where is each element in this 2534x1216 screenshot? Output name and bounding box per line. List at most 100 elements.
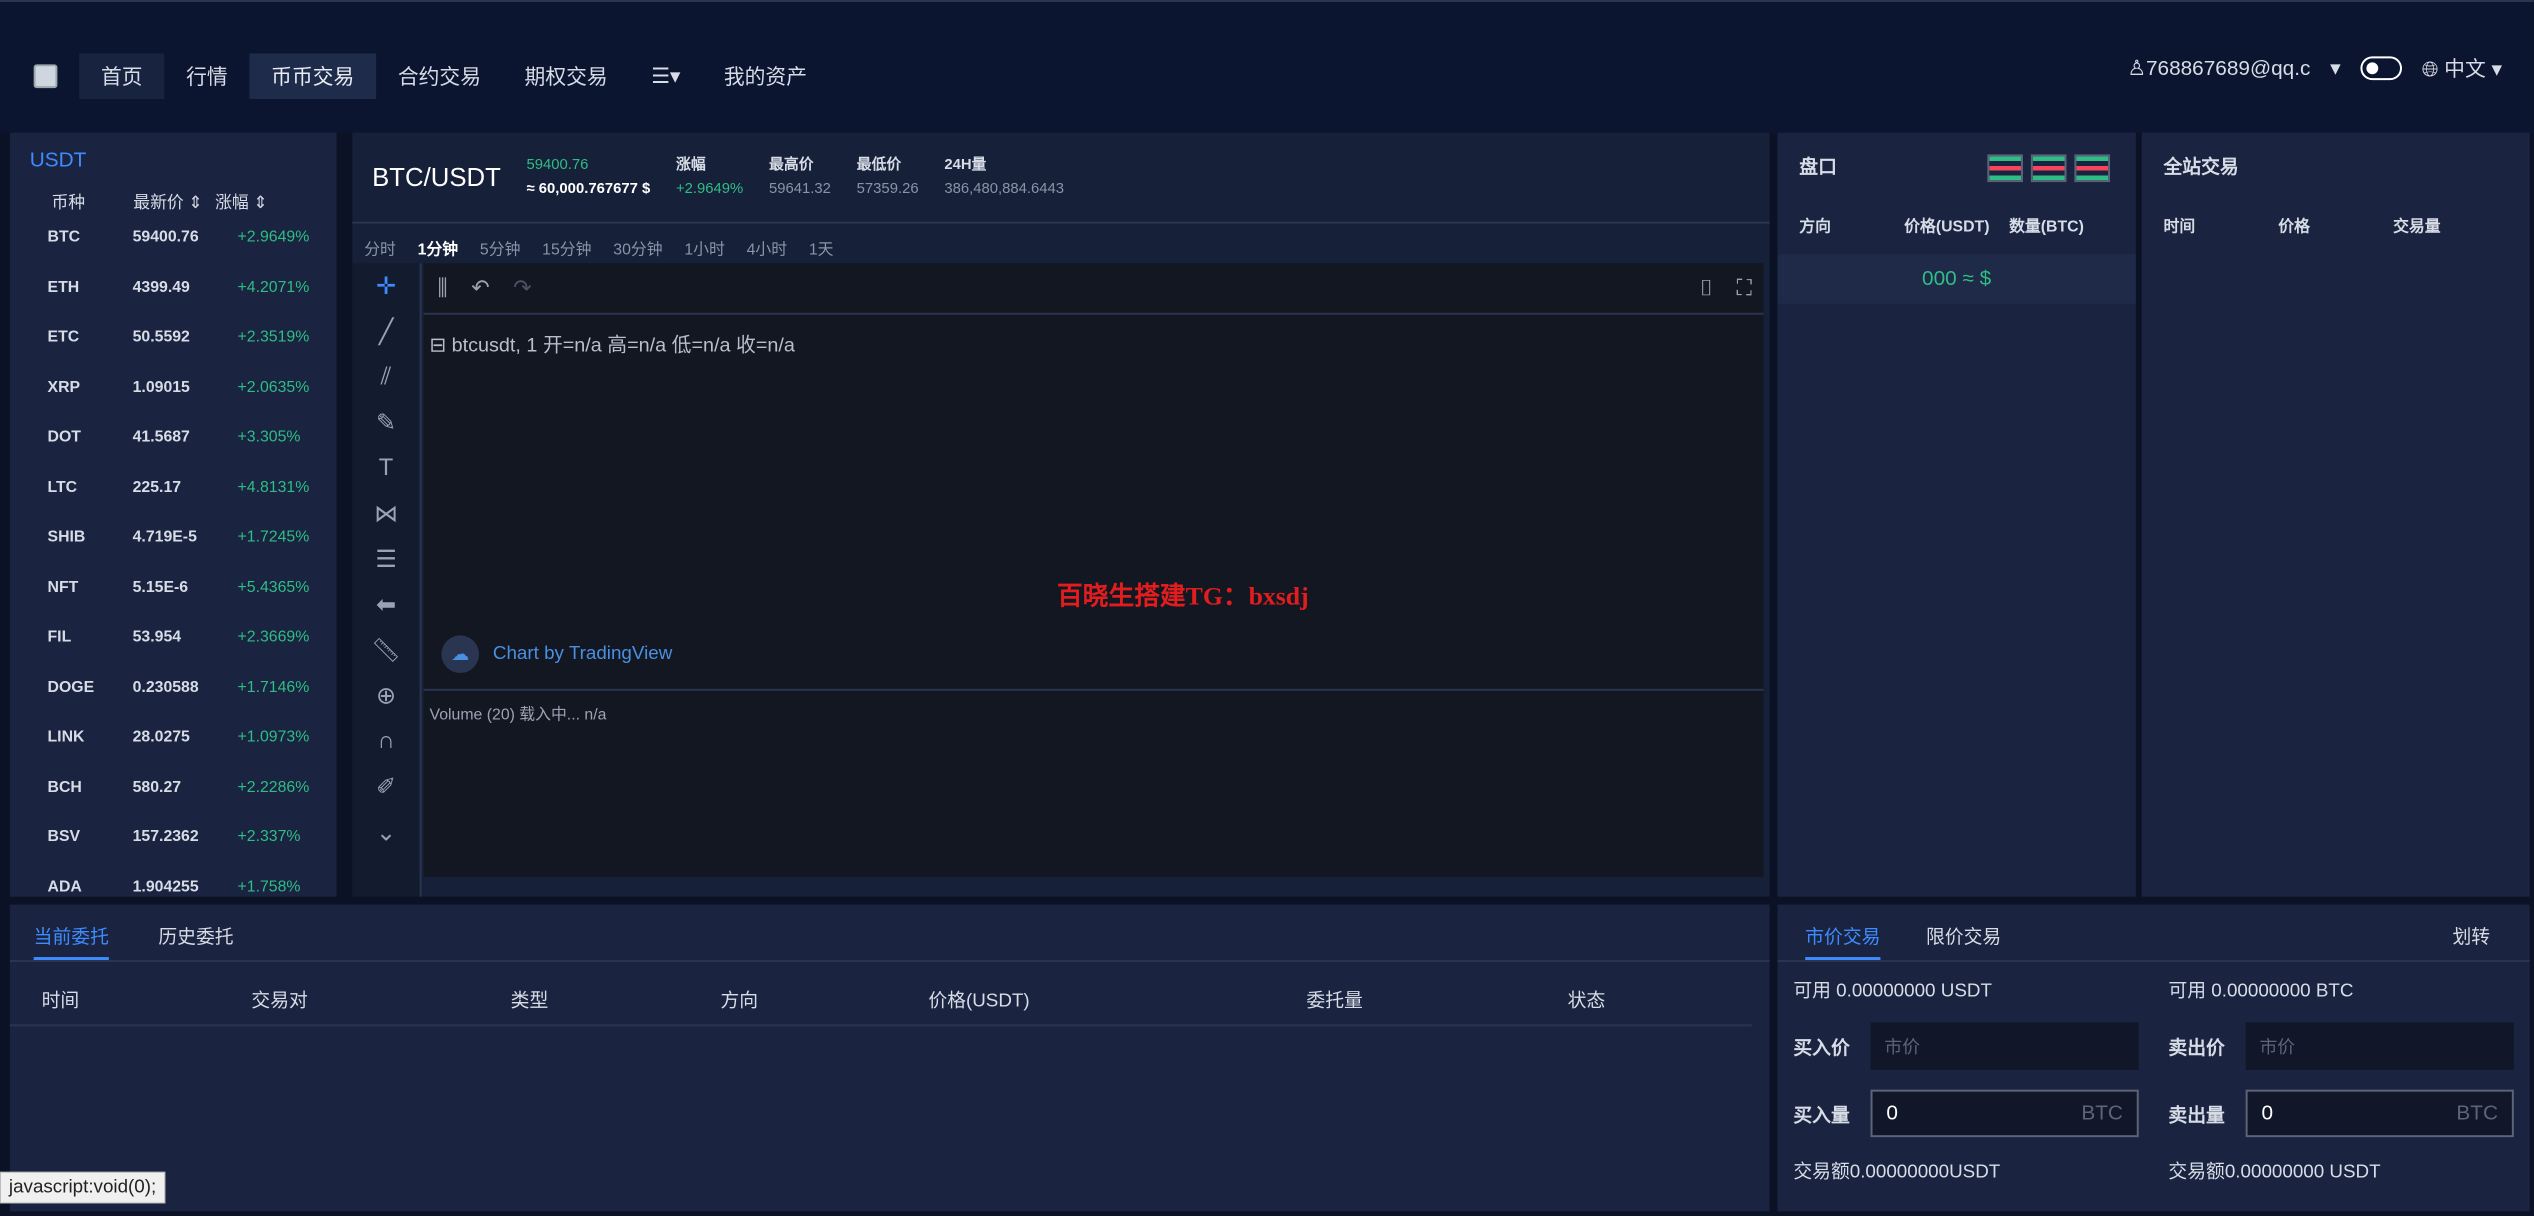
user-account[interactable]: ♙768867689@qq.c <box>2127 56 2310 81</box>
sell-amount-label: 卖出量 <box>2168 1105 2225 1126</box>
coin-symbol: BCH <box>47 778 82 796</box>
coin-symbol: FIL <box>47 628 72 646</box>
logo-icon[interactable] <box>33 64 58 89</box>
nav-contract[interactable]: 合约交易 <box>376 53 503 99</box>
redo-icon[interactable]: ↷ <box>513 275 531 301</box>
market-list: USDT 币种 最新价 ⇕ 涨幅 ⇕ BTC 59400.76 +2.9649% ET… <box>9 132 337 897</box>
volume-stat: 24H量 386,480,884.6443 <box>944 156 1065 197</box>
market-row[interactable]: SHIB 4.719E-5 +1.7245% <box>10 513 337 563</box>
volume-legend: Volume (20) 载入中... n/a <box>423 688 1764 735</box>
price-chart[interactable]: ⫼ ↶ ↷ ⌷ ⛶ ⊟ btcusdt, 1 开=n/a 高=n/a 低=n/a… <box>423 263 1764 877</box>
coin-symbol: DOGE <box>47 678 95 696</box>
market-row[interactable]: LINK 28.0275 +1.0973% <box>10 713 337 763</box>
market-row[interactable]: FIL 53.954 +2.3669% <box>10 613 337 663</box>
language-select[interactable]: 🌐︎ 中文 ▾ <box>2422 53 2502 83</box>
book-both-icon[interactable] <box>1987 154 2023 183</box>
coin-price: 4399.49 <box>132 278 190 296</box>
tradingview-logo[interactable]: ☁ Chart by TradingView <box>441 635 672 673</box>
zoom-icon[interactable]: ⊕ <box>352 673 419 719</box>
interval-tab[interactable]: 4小时 <box>747 236 787 260</box>
coin-price: 157.2362 <box>132 828 199 846</box>
coin-change: +1.758% <box>237 878 301 896</box>
back-arrow-icon[interactable]: ⬅ <box>352 582 419 628</box>
text-icon[interactable]: T <box>352 445 419 491</box>
nav-home[interactable]: 首页 <box>79 53 165 99</box>
market-list-header: 币种 最新价 ⇕ 涨幅 ⇕ <box>10 182 337 213</box>
market-row[interactable]: NFT 5.15E-6 +5.4365% <box>10 563 337 613</box>
prediction-icon[interactable]: ☰ <box>352 536 419 582</box>
crosshair-icon[interactable]: ✛ <box>352 263 419 309</box>
coin-change: +2.337% <box>237 828 301 846</box>
market-row[interactable]: BTC 59400.76 +2.9649% <box>10 213 337 263</box>
interval-tab[interactable]: 15分钟 <box>542 236 591 260</box>
coin-price: 53.954 <box>132 628 182 646</box>
coin-change: +4.2071% <box>237 278 310 296</box>
market-row[interactable]: DOT 41.5687 +3.305% <box>10 413 337 463</box>
trendline-icon[interactable]: ╱ <box>352 309 419 355</box>
col-change[interactable]: 涨幅 ⇕ <box>215 188 297 213</box>
tab-history-orders[interactable]: 历史委托 <box>158 922 233 960</box>
order-book: 盘口 方向 价格(USDT) 数量(BTC) 000 ≈ $ <box>1777 132 2136 897</box>
coin-symbol: ADA <box>47 878 82 896</box>
brush-icon[interactable]: ✎ <box>352 400 419 446</box>
tab-current-orders[interactable]: 当前委托 <box>33 922 109 961</box>
sell-amount-input[interactable]: 0 BTC <box>2245 1089 2514 1138</box>
market-row[interactable]: XRP 1.09015 +2.0635% <box>10 363 337 413</box>
transfer-link[interactable]: 划转 <box>2452 922 2490 949</box>
col-coin: 币种 <box>51 192 86 212</box>
market-row[interactable]: BSV 157.2362 +2.337% <box>10 813 337 863</box>
coin-price: 50.5592 <box>132 328 190 346</box>
fullscreen-icon[interactable]: ⛶ <box>1737 275 1752 301</box>
trades-title: 全站交易 <box>2163 157 2239 179</box>
coin-price: 4.719E-5 <box>132 528 197 546</box>
market-row[interactable]: BCH 580.27 +2.2286% <box>10 763 337 813</box>
coin-price: 0.230588 <box>132 678 199 696</box>
magnet-icon[interactable]: ∩ <box>352 719 419 765</box>
dropdown-icon[interactable]: ▾ <box>2330 56 2340 81</box>
camera-icon[interactable]: ⌷ <box>1700 275 1713 301</box>
interval-tab[interactable]: 1分钟 <box>418 236 458 260</box>
interval-tab[interactable]: 30分钟 <box>613 236 662 260</box>
interval-tab[interactable]: 1天 <box>809 236 834 260</box>
tab-market-trade[interactable]: 市价交易 <box>1805 922 1881 961</box>
watermark-text: 百晓生搭建TG：bxsdj <box>1056 581 1309 611</box>
nav-market[interactable]: 行情 <box>164 53 249 99</box>
quote-currency[interactable]: USDT <box>10 133 337 182</box>
lock-draw-icon[interactable]: ✐ <box>352 764 419 810</box>
coin-change: +1.7146% <box>237 678 310 696</box>
trade-type-tabs: 市价交易 限价交易 划转 <box>1777 905 2530 962</box>
interval-tab[interactable]: 分时 <box>364 236 396 260</box>
fib-icon[interactable]: ⫽ <box>352 354 419 400</box>
buy-price-label: 买入价 <box>1793 1037 1850 1059</box>
nav-more-icon[interactable]: ☰▾ <box>629 56 702 97</box>
chart-panel: BTC/USDT 59400.76 ≈ 60,000.767677 $ 涨幅 +2.… <box>352 132 1770 897</box>
book-buy-icon[interactable] <box>2030 154 2067 183</box>
market-row[interactable]: ETC 50.5592 +2.3519% <box>10 313 337 363</box>
candle-type-icon[interactable]: ⫼ <box>437 275 447 301</box>
chevron-down-icon[interactable]: ⌄ <box>352 810 419 856</box>
nav-assets[interactable]: 我的资产 <box>702 53 829 99</box>
orderbook-header: 方向 价格(USDT) 数量(BTC) <box>1799 218 2084 236</box>
coin-price: 580.27 <box>132 778 182 796</box>
market-row[interactable]: ETH 4399.49 +4.2071% <box>10 263 337 313</box>
tab-limit-trade[interactable]: 限价交易 <box>1926 922 2001 960</box>
pattern-icon[interactable]: ⋈ <box>352 491 419 537</box>
interval-tab[interactable]: 1小时 <box>684 236 724 260</box>
theme-toggle[interactable] <box>2360 56 2402 81</box>
undo-icon[interactable]: ↶ <box>471 275 489 301</box>
interval-tab[interactable]: 5分钟 <box>480 236 520 260</box>
buy-price-input[interactable]: 市价 <box>1870 1022 2139 1070</box>
book-sell-icon[interactable] <box>2074 154 2111 183</box>
nav-options[interactable]: 期权交易 <box>503 53 630 99</box>
col-price[interactable]: 最新价 ⇕ <box>133 188 215 213</box>
market-row[interactable]: LTC 225.17 +4.8131% <box>10 463 337 513</box>
ruler-icon[interactable]: 📏︎ <box>352 627 419 673</box>
sell-price-input[interactable]: 市价 <box>2245 1022 2514 1070</box>
buy-amount-input[interactable]: 0 BTC <box>1870 1089 2139 1138</box>
sell-total: 交易额0.00000000 USDT <box>2168 1161 2381 1183</box>
nav-spot[interactable]: 币币交易 <box>249 53 377 99</box>
market-row[interactable]: DOGE 0.230588 +1.7146% <box>10 663 337 713</box>
orderbook-mid-price: 000 ≈ $ <box>1777 254 2136 304</box>
trade-form: 市价交易 限价交易 划转 可用 0.00000000 USDT 买入价 市价 买入… <box>1777 904 2530 1212</box>
coin-symbol: XRP <box>47 378 81 396</box>
